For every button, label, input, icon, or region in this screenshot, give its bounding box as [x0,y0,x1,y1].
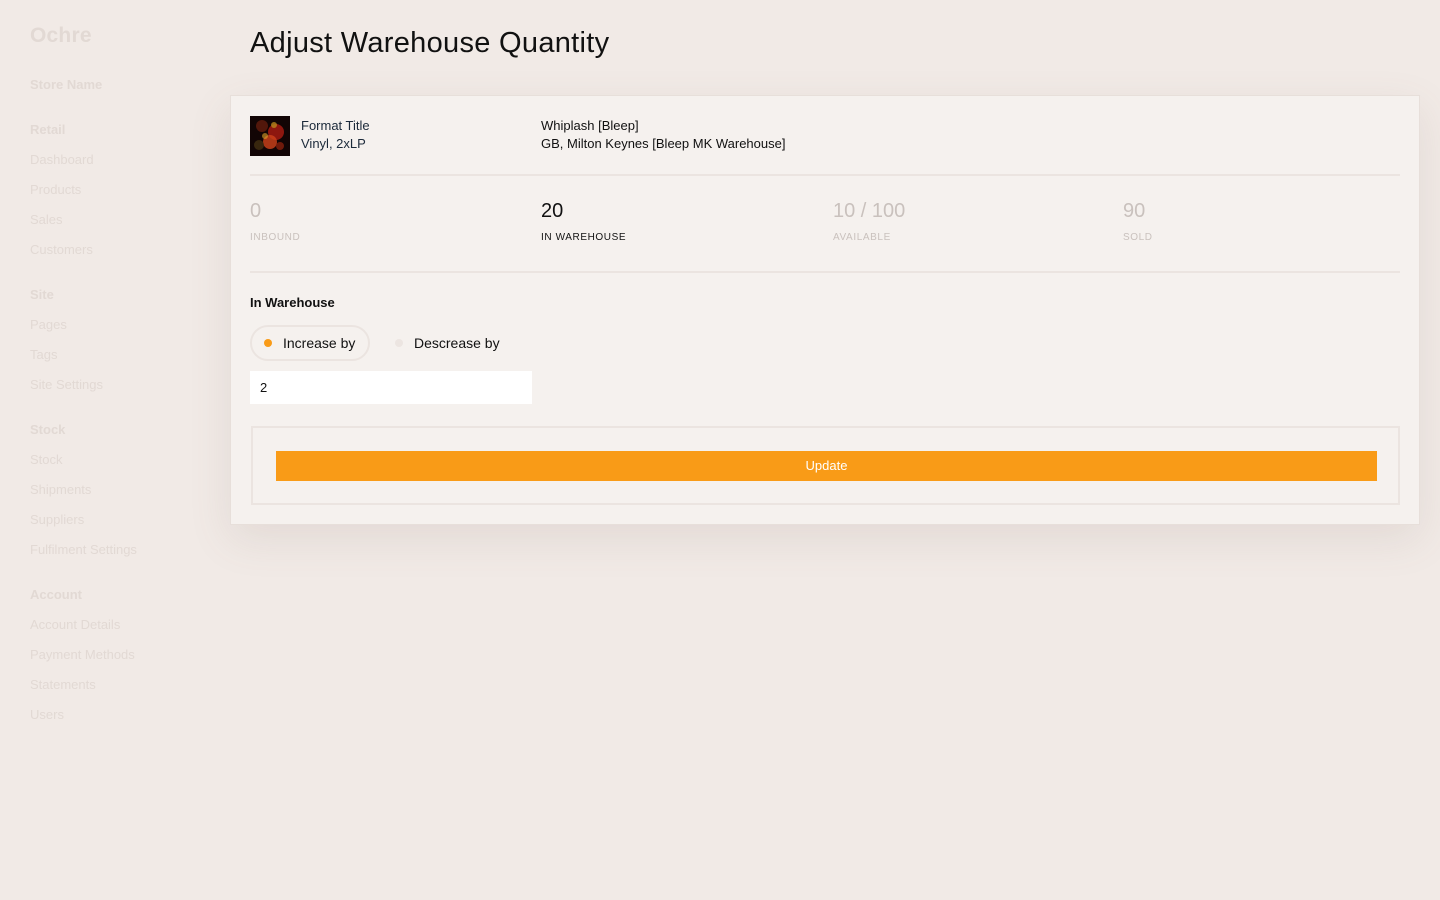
divider [250,174,1400,176]
sidebar-item-sales[interactable]: Sales [30,212,94,242]
sidebar-item-account-details[interactable]: Account Details [30,617,135,647]
sidebar-item-site-settings[interactable]: Site Settings [30,377,103,407]
sidebar-item-shipments[interactable]: Shipments [30,482,137,512]
stat-in-warehouse: 20 IN WAREHOUSE [541,199,626,243]
update-container: Update [251,426,1400,505]
sidebar-item-products[interactable]: Products [30,182,94,212]
stat-available: 10 / 100 AVAILABLE [833,199,905,243]
adjust-quantity-card: Format Title Vinyl, 2xLP Whiplash [Bleep… [230,95,1420,525]
nav-heading-retail: Retail [30,122,66,137]
radio-unselected-icon [395,339,403,347]
stat-label: SOLD [1123,232,1153,243]
nav-heading-site: Site [30,287,54,302]
section-label: In Warehouse [250,295,335,310]
decrease-label: Descrease by [414,335,500,351]
nav-section-site: Site Pages Tags Site Settings [30,287,103,407]
album-artwork [250,116,290,156]
sidebar-item-statements[interactable]: Statements [30,677,135,707]
update-button[interactable]: Update [276,451,1377,481]
stat-value: 0 [250,200,262,222]
stat-inbound: 0 INBOUND [250,199,300,243]
format-title: Format Title [301,118,370,133]
nav-section-stock: Stock Stock Shipments Suppliers Fulfilme… [30,422,137,572]
nav-heading-stock: Stock [30,422,66,437]
sidebar-item-payment-methods[interactable]: Payment Methods [30,647,135,677]
sidebar-item-suppliers[interactable]: Suppliers [30,512,137,542]
page-title: Adjust Warehouse Quantity [250,27,610,59]
sidebar: Ochre Store Name Retail Dashboard Produc… [0,0,210,900]
sidebar-item-stock[interactable]: Stock [30,452,137,482]
stat-value: 90 [1123,200,1146,222]
stat-label: AVAILABLE [833,232,891,243]
sidebar-item-dashboard[interactable]: Dashboard [30,152,94,182]
sidebar-item-pages[interactable]: Pages [30,317,103,347]
stat-label: IN WAREHOUSE [541,232,627,243]
release-title: Whiplash [Bleep] [541,118,639,133]
increase-radio[interactable]: Increase by [250,325,370,361]
sidebar-item-fulfilment-settings[interactable]: Fulfilment Settings [30,542,137,572]
radio-selected-icon [264,339,272,347]
sidebar-item-tags[interactable]: Tags [30,347,103,377]
divider [250,271,1400,273]
increase-label: Increase by [283,335,356,351]
app-logo[interactable]: Ochre [30,24,92,48]
nav-section-account: Account Account Details Payment Methods … [30,587,135,737]
decrease-radio[interactable]: Descrease by [383,325,523,361]
nav-section-retail: Retail Dashboard Products Sales Customer… [30,122,94,272]
stat-value: 10 / 100 [833,200,906,222]
sidebar-item-users[interactable]: Users [30,707,135,737]
stat-sold: 90 SOLD [1123,199,1153,243]
sidebar-item-customers[interactable]: Customers [30,242,94,272]
stat-value: 20 [541,200,564,222]
warehouse-location: GB, Milton Keynes [Bleep MK Warehouse] [541,136,786,151]
store-name[interactable]: Store Name [30,77,102,92]
nav-heading-account: Account [30,587,82,602]
stat-label: INBOUND [250,232,301,243]
format-subtitle: Vinyl, 2xLP [301,136,366,151]
quantity-input[interactable] [250,371,532,404]
